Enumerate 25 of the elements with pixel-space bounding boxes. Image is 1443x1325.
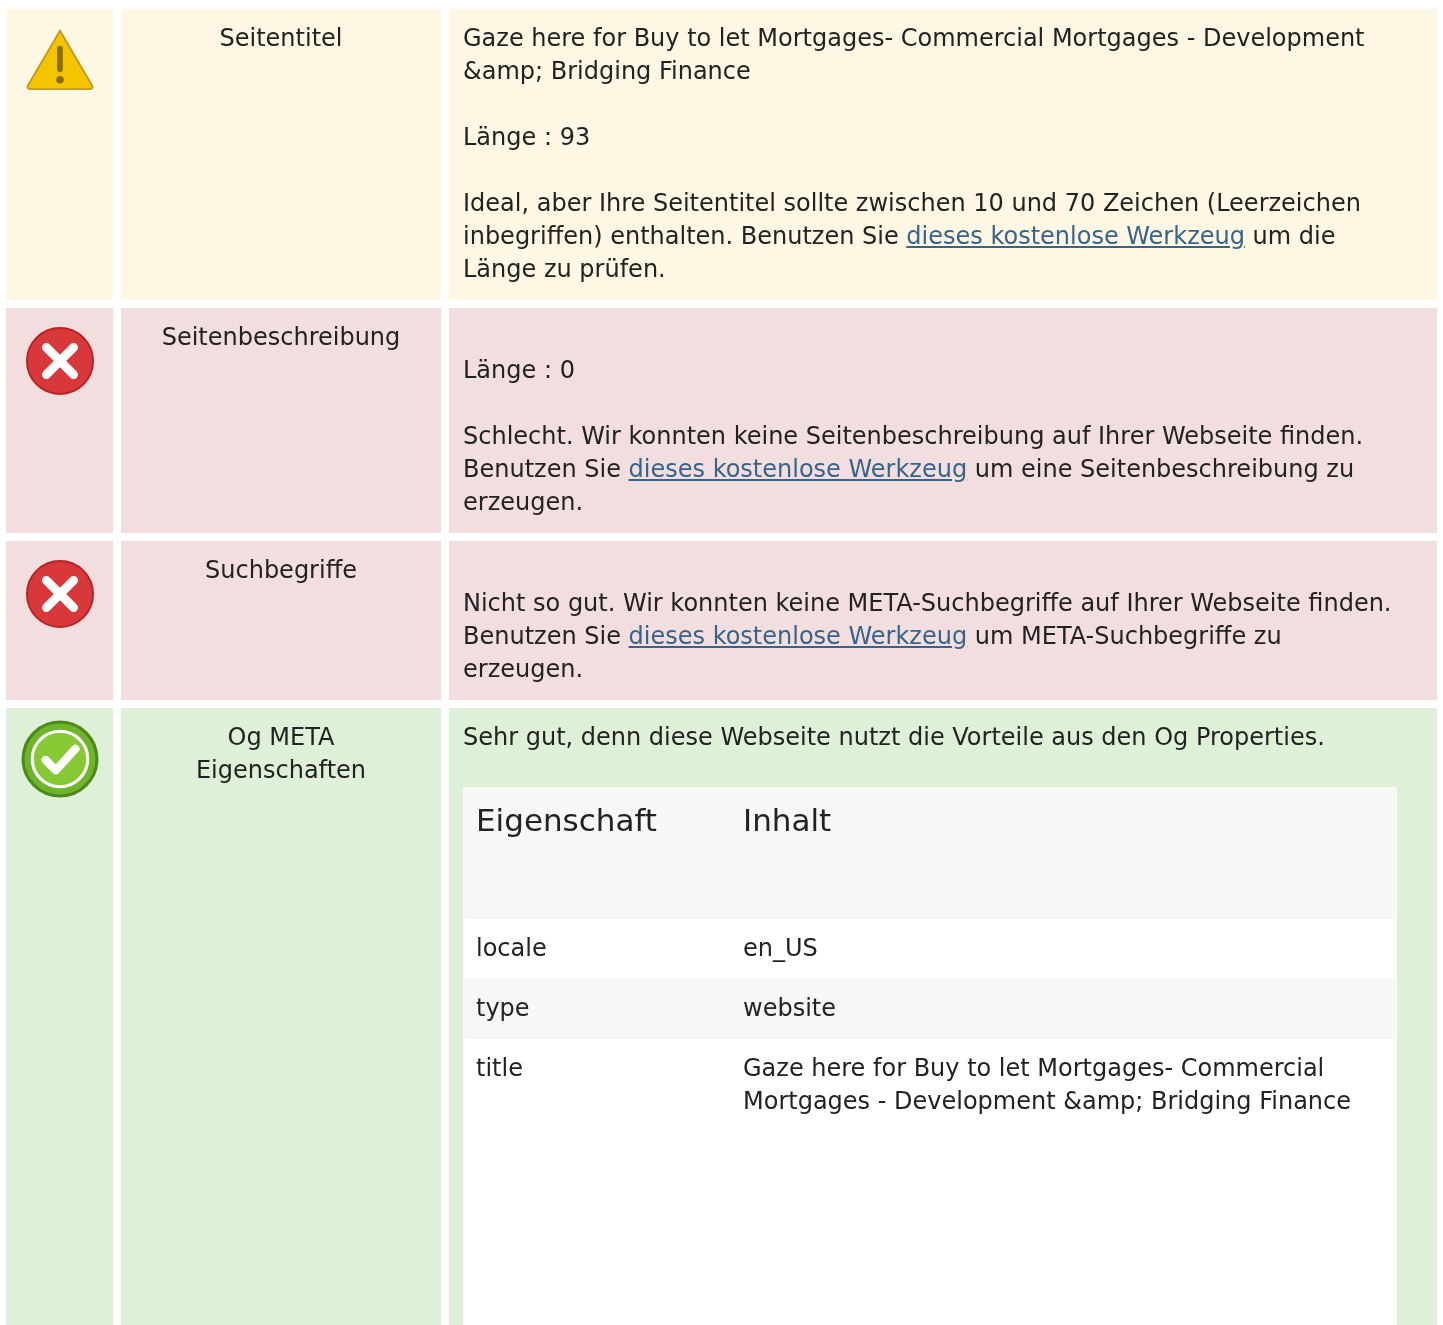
column-header: Inhalt: [742, 801, 833, 840]
tool-link[interactable]: dieses kostenlose Werkzeug: [906, 222, 1245, 250]
column-header: Eigenschaft: [475, 801, 658, 840]
summary-text: Gaze here for Buy to let Mortgages- Commercial Mortgages - Development &amp; Bridging Finance: [463, 23, 1366, 87]
tool-link[interactable]: dieses kostenlose Werkzeug: [628, 455, 968, 483]
message-text: Schlecht. Wir konnten keine Seitenbeschreibung auf Ihrer Webseite finden. Benutzen Sie dieses kostenlose Werkzeug um eine Seitenbeschreibung zu erzeugen.: [463, 421, 1365, 518]
error-icon: [24, 326, 95, 396]
table-cell-text: locale: [475, 933, 548, 964]
message-text: Ideal, aber Ihre Seitentitel sollte zwischen 10 und 70 Zeichen (Leerzeichen inbegriffen) enthalten. Benutzen Sie dieses kostenlose Werkzeug um die Länge zu prüfen.: [463, 188, 1362, 285]
message-text: Nicht so gut. Wir konnten keine META-Suchbegriffe auf Ihrer Webseite finden. Benutzen Sie dieses kostenlose Werkzeug um META-Suchbegriffe zu erzeugen.: [463, 588, 1393, 685]
length-text: Länge : 93: [463, 122, 592, 153]
check-label: Seitenbeschreibung: [161, 322, 401, 353]
table-cell-text: en_US: [742, 933, 819, 964]
table-cell-text: Gaze here for Buy to let Mortgages- Commercial Mortgages - Development &amp; Bridging Finance: [742, 1053, 1352, 1117]
error-icon: [24, 559, 95, 629]
table-cell-text: website: [742, 993, 837, 1024]
summary-text: Sehr gut, denn diese Webseite nutzt die Vorteile aus den Og Properties.: [463, 722, 1326, 753]
check-label: Og META Eigenschaften: [194, 722, 368, 786]
check-label: Suchbegriffe: [205, 555, 357, 586]
tool-link[interactable]: dieses kostenlose Werkzeug: [628, 622, 968, 650]
check-label: Seitentitel: [219, 23, 343, 54]
table-cell-text: type: [475, 993, 531, 1024]
table-cell-text: title: [475, 1053, 524, 1084]
length-text: Länge : 0: [463, 355, 576, 386]
check-icon: [20, 720, 99, 798]
